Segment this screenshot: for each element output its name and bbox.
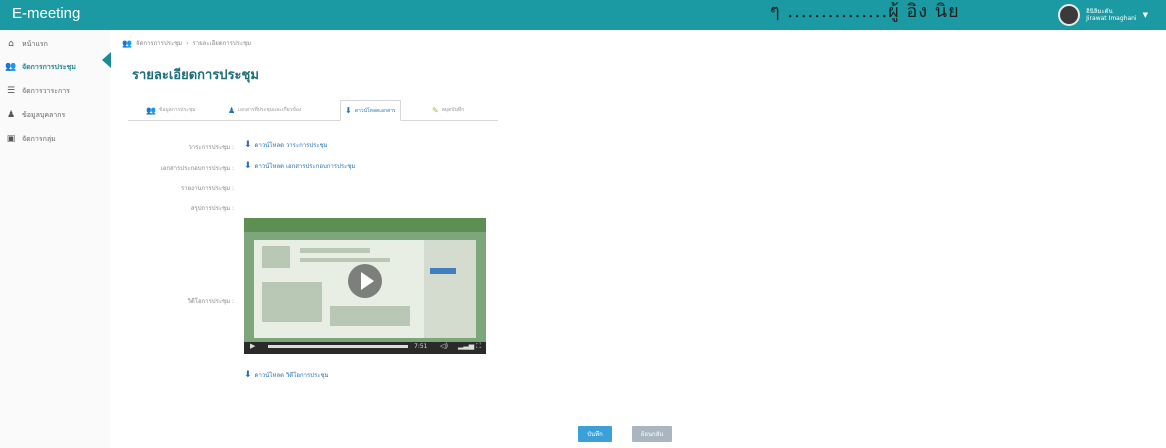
video-download-text: ดาวน์โหลด วิดีโอการประชุม xyxy=(254,372,329,379)
meeting-docs-label: เอกสารประกอบการประชุม : xyxy=(160,165,234,172)
note-icon: ✎ xyxy=(432,105,439,115)
video-frame-text xyxy=(300,258,390,262)
download-icon: ⬇ xyxy=(244,161,252,171)
active-indicator xyxy=(102,52,111,68)
sidebar-item-label: จัดการวาระการ xyxy=(22,86,70,95)
agenda-label: วาระการประชุม : xyxy=(188,144,234,151)
person-icon: ♟ xyxy=(6,110,16,120)
video-player[interactable]: ▶ 7:51 ◁) ▂▃▅ ⛶ xyxy=(244,218,486,354)
back-button[interactable]: ย้อนกลับ xyxy=(632,426,672,442)
tab-download-documents[interactable]: ⬇ ดาวน์โหลดเอกสาร xyxy=(340,100,401,121)
sidebar-item-meetings[interactable]: 👥 จัดการการประชุม xyxy=(5,60,76,74)
video-frame-text xyxy=(330,306,410,326)
tab-meeting-info[interactable]: 👥 ข้อมูลการประชุม xyxy=(142,102,200,118)
volume-icon[interactable]: ◁) xyxy=(440,342,448,350)
video-download-link[interactable]: ⬇ ดาวน์โหลด วิดีโอการประชุม xyxy=(244,370,329,380)
video-frame-sidebar xyxy=(424,240,476,338)
sidebar-item-personnel[interactable]: ♟ ข้อมูลบุคลากร xyxy=(6,108,65,122)
video-frame-header xyxy=(244,218,486,232)
sidebar-item-groups[interactable]: ▣ จัดการกลุ่ม xyxy=(6,132,56,146)
tab-notebook[interactable]: ✎ สมุดบันทึก xyxy=(428,102,468,118)
tab-meeting-documents[interactable]: ♟ เอกสารที่ประชุมและเกี่ยวข้อง xyxy=(224,102,305,118)
download-icon: ⬇ xyxy=(345,106,352,115)
video-frame-text xyxy=(262,282,322,322)
video-frame-text xyxy=(300,248,370,253)
users-icon: 👥 xyxy=(5,62,17,72)
tab-label: เอกสารที่ประชุมและเกี่ยวข้อง xyxy=(238,107,302,113)
video-label: วิดีโอการประชุม : xyxy=(187,298,234,305)
sidebar-item-label: จัดการกลุ่ม xyxy=(22,134,56,143)
avatar xyxy=(1058,4,1081,26)
download-icon: ⬇ xyxy=(244,370,252,380)
user-menu[interactable]: อินิลิมะดัน Jirawat Imaghani ▼ xyxy=(1058,3,1148,27)
sidebar-item-label: ข้อมูลบุคลากร xyxy=(22,110,66,119)
group-icon: ▣ xyxy=(6,134,16,144)
sidebar-item-label: จัดการการประชุม xyxy=(22,62,76,71)
video-frame-button xyxy=(430,268,456,274)
breadcrumb-root[interactable]: จัดการการประชุม xyxy=(136,38,182,48)
page-title: รายละเอียดการประชุม xyxy=(132,68,259,83)
video-time: 7:51 xyxy=(414,343,428,350)
play-icon[interactable]: ▶ xyxy=(250,342,255,350)
user-line-1: อินิลิมะดัน xyxy=(1086,8,1113,15)
handwritten-note: ๆ ...............ผู้ อิง นิย xyxy=(770,1,960,22)
home-icon: ⌂ xyxy=(8,39,14,49)
volume-level-icon[interactable]: ▂▃▅ xyxy=(458,342,474,350)
tab-label: ข้อมูลการประชุม xyxy=(158,107,196,113)
app-title[interactable]: E-meeting xyxy=(12,5,80,22)
top-navbar: E-meeting อินิลิมะดัน Jirawat Imaghani ▼ xyxy=(0,0,1166,30)
report-label: รายงานการประชุม : xyxy=(181,185,234,192)
sidebar-item-label: หน้าแรก xyxy=(22,39,48,48)
video-progress-bar[interactable] xyxy=(268,345,408,348)
save-button[interactable]: บันทึก xyxy=(578,426,612,442)
summary-label: สรุปการประชุม : xyxy=(190,205,234,212)
sidebar-item-agenda[interactable]: ☰ จัดการวาระการ xyxy=(6,84,70,98)
users-icon: 👥 xyxy=(122,38,132,48)
tab-label: ดาวน์โหลดเอกสาร xyxy=(354,107,396,114)
play-icon xyxy=(361,272,374,290)
download-icon: ⬇ xyxy=(244,140,252,150)
agenda-download-text: ดาวน์โหลด วาระการประชุม xyxy=(254,142,328,149)
breadcrumb-current: รายละเอียดการประชุม xyxy=(192,40,252,47)
caret-down-icon[interactable]: ▼ xyxy=(1143,11,1148,19)
sidebar-item-home[interactable]: ⌂ หน้าแรก xyxy=(6,37,48,51)
person-icon: ♟ xyxy=(228,105,236,115)
user-info: อินิลิมะดัน Jirawat Imaghani xyxy=(1086,8,1136,22)
user-name: Jirawat Imaghani xyxy=(1086,15,1137,22)
video-frame-thumbnail xyxy=(262,246,290,268)
breadcrumb: 👥 จัดการการประชุม › รายละเอียดการประชุม xyxy=(122,38,251,48)
breadcrumb-separator: › xyxy=(186,39,189,47)
video-controls xyxy=(244,342,486,354)
list-icon: ☰ xyxy=(6,86,16,96)
meeting-docs-download-link[interactable]: ⬇ ดาวน์โหลด เอกสารประกอบการประชุม xyxy=(244,161,355,171)
users-icon: 👥 xyxy=(146,105,156,115)
tab-label: สมุดบันทึก xyxy=(441,107,465,113)
tab-bar: 👥 ข้อมูลการประชุม ♟ เอกสารที่ประชุมและเก… xyxy=(128,98,498,121)
agenda-download-link[interactable]: ⬇ ดาวน์โหลด วาระการประชุม xyxy=(244,140,328,150)
meeting-docs-download-text: ดาวน์โหลด เอกสารประกอบการประชุม xyxy=(254,163,356,170)
fullscreen-icon[interactable]: ⛶ xyxy=(476,342,481,351)
